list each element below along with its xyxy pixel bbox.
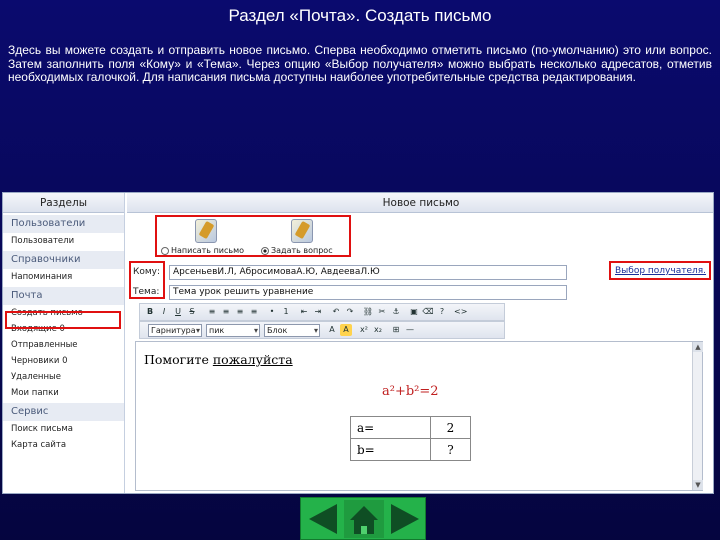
link-icon[interactable]: ⛓: [362, 306, 374, 318]
forward-arrow-icon: [391, 504, 419, 534]
outdent-icon[interactable]: ⇤: [298, 306, 310, 318]
home-icon: [350, 506, 378, 520]
underline-button[interactable]: U: [172, 306, 184, 318]
cleanup-icon[interactable]: ⌫: [422, 306, 434, 318]
strike-button[interactable]: S: [186, 306, 198, 318]
hr-icon[interactable]: —: [404, 324, 416, 336]
italic-button[interactable]: I: [158, 306, 170, 318]
back-arrow-icon: [309, 504, 337, 534]
slide-title: Раздел «Почта». Создать письмо: [228, 6, 492, 25]
compose-header: Новое письмо: [127, 193, 713, 213]
subscript-icon[interactable]: x₂: [372, 324, 384, 336]
create-letter-highlight: [5, 311, 121, 329]
style-select[interactable]: Блок: [264, 324, 320, 337]
sidebar: Разделы Пользователи Пользователи Справо…: [3, 193, 125, 493]
undo-icon[interactable]: ↶: [330, 306, 342, 318]
align-center-icon[interactable]: ≡: [220, 306, 232, 318]
home-icon-door: [361, 526, 367, 534]
home-button[interactable]: [344, 500, 384, 538]
align-left-icon[interactable]: ≡: [206, 306, 218, 318]
unlink-icon[interactable]: ✂: [376, 306, 388, 318]
superscript-icon[interactable]: x²: [358, 324, 370, 336]
editor-body-underlined: пожалуйста: [212, 352, 293, 367]
sidebar-section-service[interactable]: Сервис: [3, 403, 124, 421]
redo-icon[interactable]: ↷: [344, 306, 356, 318]
sidebar-item-reminders[interactable]: Напоминания: [3, 269, 124, 285]
slide-navigation: [300, 497, 426, 540]
indent-icon[interactable]: ⇥: [312, 306, 324, 318]
sidebar-section-directories[interactable]: Справочники: [3, 251, 124, 269]
scroll-up-icon[interactable]: ▲: [693, 342, 703, 352]
code-icon[interactable]: <>: [454, 306, 467, 318]
sidebar-header: Разделы: [3, 193, 124, 213]
font-size-select[interactable]: пик: [206, 324, 260, 337]
sidebar-item-search-letter[interactable]: Поиск письма: [3, 421, 124, 437]
table-cell: b=: [350, 438, 431, 461]
justify-icon[interactable]: ≡: [248, 306, 260, 318]
bullet-list-icon[interactable]: •: [266, 306, 278, 318]
scroll-down-icon[interactable]: ▼: [693, 480, 703, 490]
fields-label-highlight: [129, 261, 165, 299]
format-toolbar-1: B I U S ≡ ≡ ≡ ≡ • 1 ⇤ ⇥ ↶ ↷ ⛓ ✂ ⚓ ▣ ⌫ ? …: [139, 303, 505, 321]
table-icon[interactable]: ⊞: [390, 324, 402, 336]
align-right-icon[interactable]: ≡: [234, 306, 246, 318]
sidebar-item-my-folders[interactable]: Мои папки: [3, 385, 124, 401]
table-cell: ?: [430, 438, 471, 461]
highlight-color-icon[interactable]: A: [340, 324, 352, 336]
table-row: b= ?: [350, 438, 471, 461]
font-family-select[interactable]: Гарнитура: [148, 324, 202, 337]
message-editor[interactable]: Помогите пожалуйста a²+b²=2 a= 2 b= ? ▲ …: [135, 341, 703, 491]
image-icon[interactable]: ▣: [408, 306, 420, 318]
back-button[interactable]: [303, 500, 343, 538]
editor-formula: a²+b²=2: [382, 384, 439, 399]
sidebar-item-drafts[interactable]: Черновики 0: [3, 353, 124, 369]
font-color-icon[interactable]: A: [326, 324, 338, 336]
sidebar-item-deleted[interactable]: Удаленные: [3, 369, 124, 385]
sidebar-item-sent[interactable]: Отправленные: [3, 337, 124, 353]
table-cell: 2: [430, 416, 471, 439]
mode-highlight: [155, 215, 351, 257]
numbered-list-icon[interactable]: 1: [280, 306, 292, 318]
editor-body-plain: Помогите: [144, 352, 213, 367]
sidebar-item-site-map[interactable]: Карта сайта: [3, 437, 124, 453]
recipient-link-highlight: [609, 261, 711, 280]
editor-body-text: Помогите пожалуйста: [144, 352, 293, 367]
app-screenshot: Разделы Пользователи Пользователи Справо…: [2, 192, 714, 494]
slide-description: Здесь вы можете создать и отправить ново…: [8, 43, 712, 85]
sidebar-section-mail[interactable]: Почта: [3, 287, 124, 305]
compose-panel: Новое письмо Написать письмо Задать вопр…: [127, 193, 713, 493]
bold-button[interactable]: B: [144, 306, 156, 318]
sidebar-section-users[interactable]: Пользователи: [3, 215, 124, 233]
table-cell: a=: [350, 416, 431, 439]
format-toolbar-2: Гарнитура пик Блок A A x² x₂ ⊞ —: [139, 321, 505, 339]
forward-button[interactable]: [385, 500, 425, 538]
table-row: a= 2: [350, 416, 471, 439]
subject-field[interactable]: Тема урок решить уравнение: [169, 285, 567, 300]
to-field[interactable]: АрсеньевИ.Л, АбросимоваА.Ю, АвдееваЛ.Ю: [169, 265, 567, 280]
editor-scrollbar[interactable]: ▲ ▼: [692, 342, 703, 490]
editor-table: a= 2 b= ?: [350, 416, 471, 461]
sidebar-item-users[interactable]: Пользователи: [3, 233, 124, 249]
help-icon[interactable]: ?: [436, 306, 448, 318]
anchor-icon[interactable]: ⚓: [390, 306, 402, 318]
